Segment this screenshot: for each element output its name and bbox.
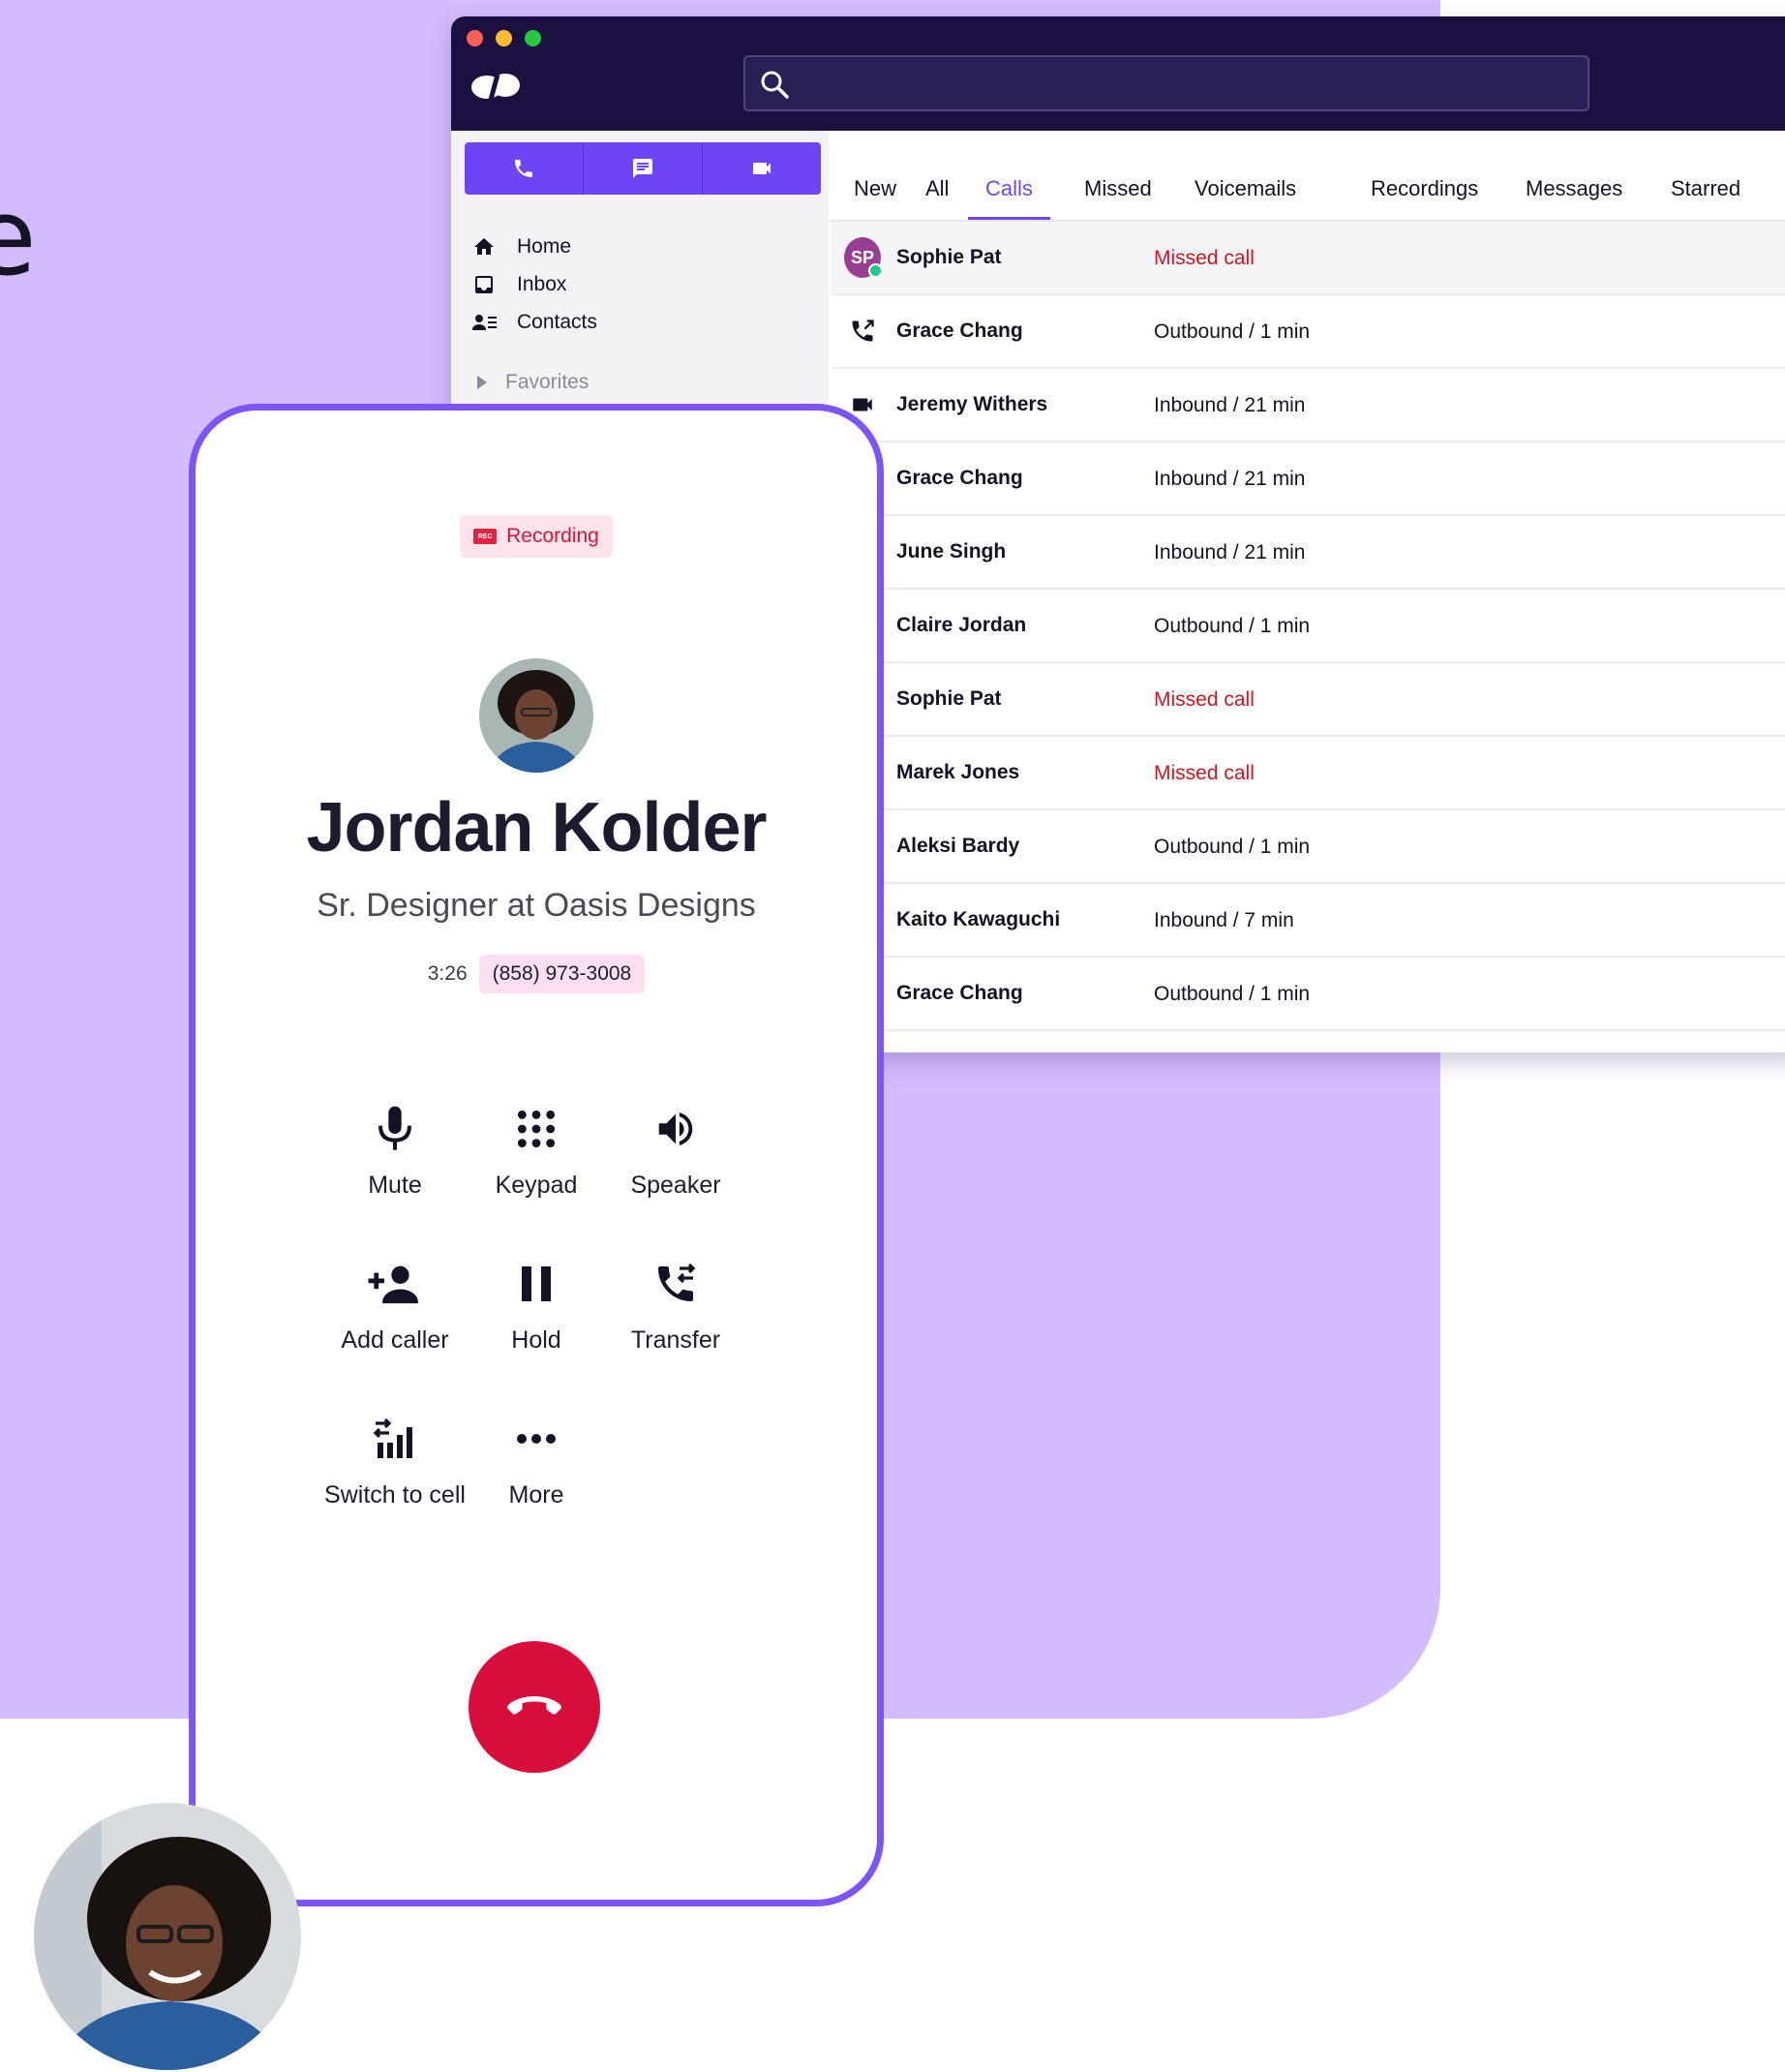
call-status: Inbound / 7 min <box>1154 909 1294 931</box>
call-status: Outbound / 1 min <box>1154 615 1311 637</box>
new-video-button[interactable] <box>703 142 821 195</box>
sidebar-item-label: Home <box>517 235 572 258</box>
favorites-label: Favorites <box>505 371 590 393</box>
online-status-dot <box>868 263 883 278</box>
home-icon <box>472 234 498 259</box>
tab-messages[interactable]: Messages <box>1526 131 1622 220</box>
contact-avatar: SP <box>844 237 883 278</box>
close-window-button[interactable] <box>467 30 483 46</box>
transfer-call-icon <box>579 1255 772 1313</box>
call-log-row[interactable]: June Singh Inbound / 21 min <box>831 516 1785 590</box>
sidebar-item-inbox[interactable]: Inbox <box>472 269 566 300</box>
caller-title: Sr. Designer at Oasis Designs <box>317 887 756 924</box>
contact-name: June Singh <box>896 540 1007 563</box>
more-button[interactable]: More <box>439 1410 633 1509</box>
search-icon <box>761 71 789 99</box>
action-button-group <box>465 142 821 195</box>
message-icon <box>633 159 652 178</box>
tab-voicemails[interactable]: Voicemails <box>1195 131 1296 220</box>
title-bar <box>451 16 1785 131</box>
call-log-row[interactable]: Grace Chang Outbound / 1 min <box>831 958 1785 1031</box>
call-status: Outbound / 1 min <box>1154 836 1311 858</box>
active-call-card: REC Recording Jordan Kolder Sr. Designer… <box>189 404 884 1906</box>
caller-name: Jordan Kolder <box>306 789 767 867</box>
hang-up-icon <box>507 1696 561 1715</box>
tab-new[interactable]: New <box>854 131 896 220</box>
call-status: Outbound / 1 min <box>1154 983 1311 1005</box>
maximize-window-button[interactable] <box>525 30 541 46</box>
caller-phone-number: (858) 973-3008 <box>478 955 646 993</box>
sidebar-item-home[interactable]: Home <box>472 231 571 262</box>
sidebar-item-label: Contacts <box>517 311 597 333</box>
video-icon <box>753 163 771 174</box>
new-message-button[interactable] <box>584 142 703 195</box>
contact-name: Jeremy Withers <box>896 393 1048 415</box>
tab-all[interactable]: All <box>925 131 949 220</box>
contact-name: Grace Chang <box>896 320 1023 342</box>
rec-icon: REC <box>473 529 498 544</box>
call-status: Inbound / 21 min <box>1154 468 1306 490</box>
call-status: Missed call <box>1154 762 1255 784</box>
recording-badge: REC Recording <box>460 515 613 558</box>
app-logo <box>471 74 520 105</box>
tab-missed[interactable]: Missed <box>1084 131 1152 220</box>
search-input[interactable] <box>743 55 1589 111</box>
call-log-row[interactable]: Sophie Pat Missed call <box>831 663 1785 737</box>
contact-name: Claire Jordan <box>896 614 1027 636</box>
call-duration: 3:26 <box>427 962 468 985</box>
outbound-call-icon <box>844 313 881 350</box>
contacts-icon <box>472 310 498 335</box>
call-log-list: SP Sophie Pat Missed call Grace Chang Ou… <box>831 222 1785 1031</box>
call-status: Inbound / 21 min <box>1154 394 1306 416</box>
favorites-section-toggle[interactable]: Favorites <box>472 371 589 394</box>
call-status: Missed call <box>1154 247 1255 269</box>
minimize-window-button[interactable] <box>496 30 512 46</box>
call-log-row[interactable]: Jeremy Withers Inbound / 21 min <box>831 369 1785 442</box>
contact-name: Kaito Kawaguchi <box>896 908 1061 930</box>
caller-avatar <box>479 658 593 773</box>
call-meta: 3:26 (858) 973-3008 <box>196 955 877 993</box>
call-status: Inbound / 21 min <box>1154 541 1306 564</box>
call-status: Missed call <box>1154 688 1255 711</box>
sidebar-item-contacts[interactable]: Contacts <box>472 307 597 338</box>
contact-name: Marek Jones <box>896 761 1020 783</box>
inbox-tabs: New All Calls Missed Voicemails Recordin… <box>831 131 1785 222</box>
transfer-button[interactable]: Transfer <box>579 1255 772 1355</box>
call-log-row[interactable]: Marek Jones Missed call <box>831 737 1785 810</box>
self-video-avatar <box>34 1803 301 2070</box>
speaker-icon <box>579 1100 772 1158</box>
call-log-row[interactable]: Aleksi Bardy Outbound / 1 min <box>831 810 1785 884</box>
contact-name: Sophie Pat <box>896 246 1002 268</box>
speaker-button[interactable]: Speaker <box>579 1100 772 1200</box>
more-icon <box>439 1410 633 1468</box>
contact-name: Aleksi Bardy <box>896 835 1020 857</box>
call-log-row[interactable]: Kaito Kawaguchi Inbound / 7 min <box>831 884 1785 958</box>
call-log-row[interactable]: SP Sophie Pat Missed call <box>831 222 1785 295</box>
call-log-row[interactable]: Grace Chang Inbound / 21 min <box>831 442 1785 516</box>
call-log-row[interactable]: Claire Jordan Outbound / 1 min <box>831 590 1785 663</box>
tab-recordings[interactable]: Recordings <box>1371 131 1478 220</box>
caret-right-icon <box>477 376 487 389</box>
recording-label: Recording <box>506 525 599 547</box>
sidebar-item-label: Inbox <box>517 273 567 295</box>
tab-calls[interactable]: Calls <box>968 131 1050 220</box>
end-call-button[interactable] <box>469 1641 600 1773</box>
inbox-icon <box>472 272 498 297</box>
contact-name: Sophie Pat <box>896 687 1002 710</box>
call-status: Outbound / 1 min <box>1154 320 1311 343</box>
background-letter: e <box>0 175 37 299</box>
call-log-row[interactable]: Grace Chang Outbound / 1 min <box>831 295 1785 369</box>
contact-name: Grace Chang <box>896 467 1023 489</box>
phone-icon <box>515 160 532 177</box>
new-call-button[interactable] <box>465 142 584 195</box>
contact-name: Grace Chang <box>896 982 1023 1004</box>
tab-starred[interactable]: Starred <box>1671 131 1740 220</box>
